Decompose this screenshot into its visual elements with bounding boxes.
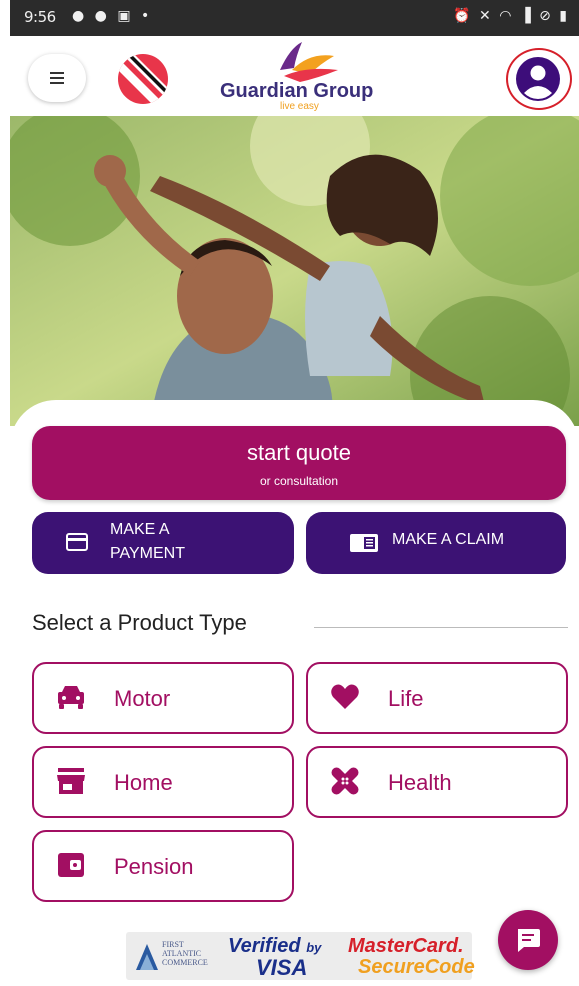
product-home-button[interactable]: Home xyxy=(32,746,294,818)
product-motor-button[interactable]: Motor xyxy=(32,662,294,734)
make-claim-button[interactable]: MAKE A CLAIM xyxy=(306,512,566,574)
fac-text-line3: COMMERCE xyxy=(162,958,208,967)
make-claim-label: MAKE A CLAIM xyxy=(392,531,505,548)
app-screen: 9:56 ● ● ▣ • ⏰ ✕ ◠ ▐ ⊘ ▮ Guardian Group xyxy=(10,0,579,986)
trinidad-flag-icon[interactable] xyxy=(118,54,168,104)
hamburger-icon-bar xyxy=(50,82,64,84)
start-quote-sublabel: or consultation xyxy=(259,474,339,488)
credit-card-icon xyxy=(66,533,88,551)
wallet-icon xyxy=(58,853,84,877)
bandage-icon xyxy=(331,767,359,795)
visa-label: VISA xyxy=(256,955,308,980)
product-motor-label: Motor xyxy=(114,686,171,711)
status-time: 9:56 xyxy=(24,8,56,26)
menu-button[interactable] xyxy=(28,54,86,102)
make-payment-label: MAKE A PAYMENT xyxy=(110,518,230,566)
fac-globe-icon xyxy=(136,944,158,970)
status-bar: 9:56 ● ● ▣ • ⏰ ✕ ◠ ▐ ⊘ ▮ xyxy=(10,0,579,36)
verified-text: Verified xyxy=(228,935,301,957)
hamburger-icon-bar xyxy=(50,77,64,79)
guardian-group-logo[interactable]: Guardian Group live easy xyxy=(210,40,390,114)
product-pension-label: Pension xyxy=(114,854,194,879)
profile-highlight[interactable] xyxy=(506,48,572,110)
securecode-label: SecureCode xyxy=(358,956,475,978)
hero-image xyxy=(10,116,579,426)
claim-form-icon xyxy=(350,534,378,552)
fac-text-line1: FIRST xyxy=(162,940,184,949)
store-icon xyxy=(57,768,85,794)
chat-button[interactable] xyxy=(498,910,558,970)
product-pension-button[interactable]: Pension xyxy=(32,830,294,902)
product-health-label: Health xyxy=(388,770,452,795)
brand-name: Guardian Group xyxy=(220,80,374,102)
make-payment-label-line1: MAKE A xyxy=(110,521,170,538)
fac-text: FIRST ATLANTIC COMMERCE xyxy=(162,940,208,967)
car-icon xyxy=(58,686,84,709)
brand-tagline: live easy xyxy=(280,101,319,112)
status-notification-icons: ● ● ▣ • xyxy=(72,8,153,24)
heart-icon xyxy=(331,684,359,709)
make-payment-button[interactable]: MAKE A PAYMENT xyxy=(32,512,294,574)
status-system-icons: ⏰ ✕ ◠ ▐ ⊘ ▮ xyxy=(453,8,569,24)
start-quote-label: start quote xyxy=(247,440,351,465)
product-life-label: Life xyxy=(388,686,424,711)
product-health-button[interactable]: Health xyxy=(306,746,568,818)
make-payment-label-line2: PAYMENT xyxy=(110,545,185,562)
main-card: start quote or consultation MAKE A PAYME… xyxy=(10,400,579,986)
product-home-label: Home xyxy=(114,770,173,795)
product-section-title: Select a Product Type xyxy=(32,610,247,635)
hamburger-icon xyxy=(50,72,64,74)
section-divider xyxy=(314,627,568,628)
product-life-button[interactable]: Life xyxy=(306,662,568,734)
mastercard-label: MasterCard. xyxy=(348,935,464,957)
start-quote-button[interactable]: start quote or consultation xyxy=(32,426,566,500)
by-text: by xyxy=(306,940,322,955)
account-circle-icon[interactable] xyxy=(516,57,560,101)
verified-by-visa-mastercard-badge: FIRST ATLANTIC COMMERCE Verified by VISA… xyxy=(126,932,475,980)
app-header: Guardian Group live easy xyxy=(10,36,579,116)
first-atlantic-commerce-logo: FIRST ATLANTIC COMMERCE xyxy=(132,938,224,974)
fac-text-line2: ATLANTIC xyxy=(162,949,202,958)
chat-icon xyxy=(518,929,540,952)
